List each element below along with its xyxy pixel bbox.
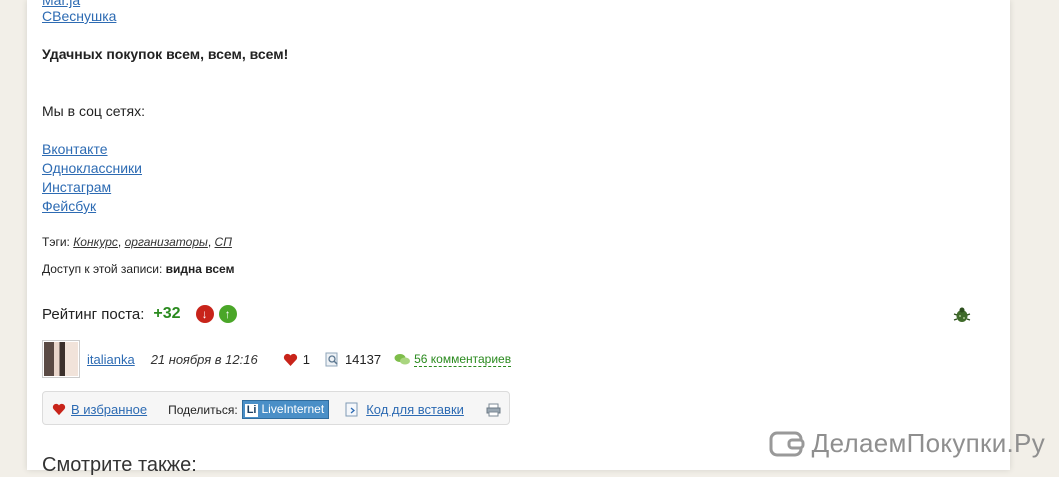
avatar-image [44, 342, 78, 376]
see-also-heading: Смотрите также: [42, 454, 197, 476]
social-link-instagram[interactable]: Инстаграм [42, 178, 111, 197]
greeting-text: Удачных покупок всем, всем, всем! [42, 46, 289, 62]
tag-link-sp[interactable]: СП [215, 235, 232, 249]
bug-icon[interactable] [953, 306, 971, 324]
heart-icon [52, 403, 66, 416]
rating-value: +32 [153, 305, 181, 322]
embed-code-link[interactable]: Код для вставки [366, 402, 464, 417]
wallet-icon [769, 431, 805, 456]
vote-down-button[interactable]: ↓ [195, 305, 214, 323]
author-link[interactable]: italianka [87, 352, 135, 367]
social-heading: Мы в соц сетях: [42, 103, 145, 119]
embed-code-icon [345, 402, 358, 417]
likes-count: 1 [302, 352, 310, 367]
vote-up-button[interactable]: ↑ [218, 305, 237, 323]
social-link-facebook[interactable]: Фейсбук [42, 197, 96, 216]
liveinternet-share-button[interactable]: Li LiveInternet [241, 400, 330, 419]
magnifier-icon [325, 352, 338, 367]
tag-link-organizatory[interactable]: организаторы [125, 235, 208, 249]
post-page: Mar.ja СВеснушка Удачных покупок всем, в… [27, 0, 1010, 476]
share-bar-items: В избранное Поделиться: Li LiveInternet К… [52, 400, 501, 419]
user-link-svesnushka[interactable]: СВеснушка [42, 7, 116, 26]
post-meta-row: italianka 21 ноября в 12:16 1 14137 56 к… [87, 352, 512, 367]
post-date: 21 ноября в 12:16 [150, 352, 258, 367]
watermark-text: ДелаемПокупки.Ру [811, 428, 1045, 458]
tag-separator: , [117, 235, 122, 249]
printer-icon[interactable] [486, 403, 501, 417]
liveinternet-label: LiveInternet [261, 402, 325, 416]
social-link-odnoklassniki[interactable]: Одноклассники [42, 159, 142, 178]
rating-label: Рейтинг поста: [42, 305, 145, 323]
speech-bubbles-icon [394, 354, 411, 365]
heart-icon[interactable] [283, 353, 298, 367]
liveinternet-icon: Li [244, 404, 259, 417]
add-to-favorites-link[interactable]: В избранное [71, 402, 147, 417]
access-value: видна всем [165, 262, 235, 276]
site-watermark: ДелаемПокупки.Ру [769, 428, 1045, 459]
share-label: Поделиться: [168, 402, 238, 417]
tag-link-konkurs[interactable]: Конкурс [73, 235, 118, 249]
tags-label: Тэги: [42, 235, 70, 249]
share-bar: В избранное Поделиться: Li LiveInternet К… [42, 391, 510, 425]
social-link-vkontakte[interactable]: Вконтакте [42, 140, 108, 159]
access-row: Доступ к этой записи: видна всем [42, 262, 234, 276]
access-label: Доступ к этой записи: [42, 262, 163, 276]
rating-row: Рейтинг поста: +32 ↓ ↑ [42, 305, 237, 323]
comments-link[interactable]: 56 комментариев [414, 352, 512, 367]
tag-separator: , [207, 235, 212, 249]
tags-row: Тэги: Конкурс, организаторы, СП [42, 235, 232, 249]
views-count: 14137 [344, 352, 382, 367]
author-avatar[interactable] [42, 340, 80, 378]
